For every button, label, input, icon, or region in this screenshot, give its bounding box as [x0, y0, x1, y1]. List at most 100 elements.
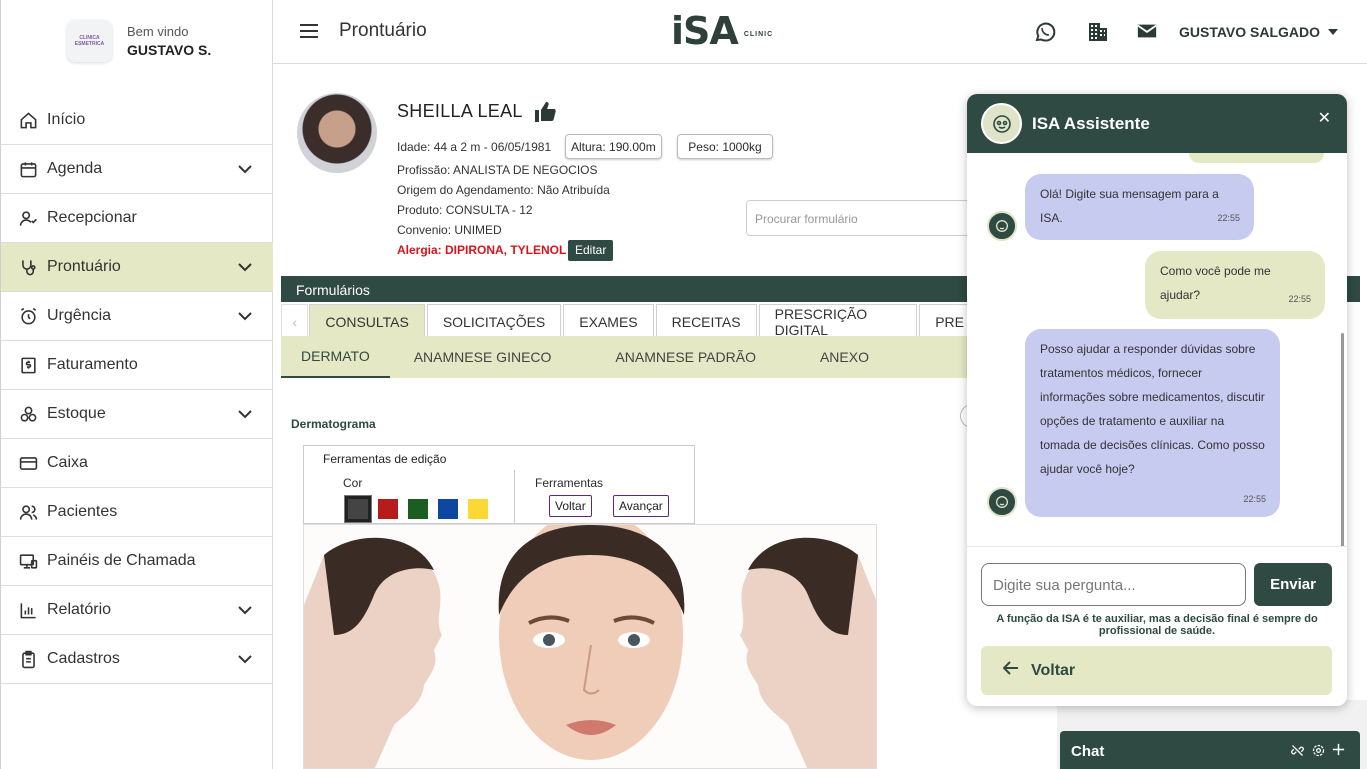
thumbs-up-icon[interactable] — [532, 100, 558, 129]
sidebar: CLINICA ESMETRICA Bem vindo GUSTAVO S. I… — [0, 0, 273, 769]
message-time: 22:55 — [1243, 494, 1266, 504]
user-name: GUSTAVO SALGADO — [1179, 24, 1321, 40]
menu-icon[interactable] — [299, 22, 319, 45]
color-swatch-green[interactable] — [408, 499, 428, 519]
color-swatch-red[interactable] — [378, 499, 398, 519]
users-icon — [18, 502, 38, 522]
patient-allergy: Alergia: DIPIRONA, TYLENOL — [397, 243, 567, 257]
mail-icon[interactable] — [1136, 20, 1158, 47]
boxes-icon — [18, 404, 38, 424]
gear-icon[interactable] — [1311, 743, 1326, 763]
back-label: Voltar — [1031, 661, 1076, 679]
sidebar-item-relatorio[interactable]: Relatório — [1, 586, 273, 635]
sidebar-item-urgencia[interactable]: Urgência — [1, 292, 273, 341]
close-icon[interactable]: ✕ — [1318, 108, 1331, 128]
chevron-down-icon — [237, 652, 253, 670]
subtab-dermato[interactable]: DERMATO — [281, 336, 390, 378]
patient-origin: Origem do Agendamento: Não Atribuída — [397, 183, 610, 197]
card-icon — [18, 453, 38, 473]
subtab-anexo[interactable]: ANEXO — [820, 336, 869, 378]
user-message-text: Como você pode me ajudar? — [1160, 264, 1271, 302]
sidebar-item-label: Agenda — [47, 160, 103, 177]
patient-insurance: Convenio: UNIMED — [397, 223, 502, 237]
welcome-text: Bem vindo — [127, 24, 189, 39]
user-menu[interactable]: GUSTAVO SALGADO — [1179, 24, 1339, 40]
tab-receitas[interactable]: RECEITAS — [655, 304, 757, 338]
undo-button[interactable]: Voltar — [549, 495, 592, 517]
question-input[interactable]: Digite sua pergunta... — [981, 563, 1246, 606]
chevron-down-icon — [237, 309, 253, 327]
color-swatch-blue[interactable] — [438, 499, 458, 519]
sidebar-item-estoque[interactable]: Estoque — [1, 390, 273, 439]
bot-message: Olá! Digite sua mensagem para a ISA. 22:… — [1025, 174, 1254, 240]
page-title: Prontuário — [339, 20, 427, 41]
subtab-anamnese-padrao[interactable]: ANAMNESE PADRÃO — [615, 336, 756, 378]
edit-allergy-button[interactable]: Editar — [568, 240, 614, 261]
patient-age: Idade: 44 a 2 m - 06/05/1981 — [397, 140, 552, 154]
bot-message-line: informações sobre medicamentos, discutir — [1040, 390, 1265, 404]
sidebar-item-paineis[interactable]: Painéis de Chamada — [1, 537, 273, 586]
link-off-icon[interactable] — [1290, 743, 1305, 763]
bot-avatar-icon — [987, 211, 1017, 241]
bot-message-line: tomada de decisões clínicas. Como posso — [1040, 438, 1265, 452]
sidebar-item-faturamento[interactable]: Faturamento — [1, 341, 273, 390]
chat-bar[interactable]: Chat — [1060, 731, 1360, 769]
bar-chart-icon — [18, 600, 38, 620]
caret-down-icon — [1328, 29, 1339, 35]
bot-message-line: opções de tratamento e auxiliar na — [1040, 414, 1225, 428]
assistant-title: ISA Assistente — [1032, 114, 1150, 133]
sidebar-nav: Início Agenda Recepcionar Prontuário Urg… — [1, 96, 273, 684]
plus-icon[interactable] — [1331, 742, 1346, 762]
clinic-logo: CLINICA ESMETRICA — [67, 20, 112, 62]
bot-message: Posso ajudar a responder dúvidas sobre t… — [1025, 329, 1280, 517]
sidebar-item-label: Caixa — [47, 454, 88, 471]
redo-button[interactable]: Avançar — [613, 495, 669, 517]
tab-solicitacoes[interactable]: SOLICITAÇÕES — [426, 304, 562, 338]
tab-exames[interactable]: EXAMES — [563, 304, 654, 338]
tab-prescricao-digital[interactable]: PRESCRIÇÃO DIGITAL — [758, 304, 918, 338]
sidebar-item-label: Pacientes — [47, 503, 118, 520]
face-diagram-canvas[interactable] — [303, 524, 877, 769]
top-header: Prontuário iSA CLINIC GUSTAVO SALGADO — [273, 0, 1367, 64]
sidebar-item-cadastros[interactable]: Cadastros — [1, 635, 273, 684]
sidebar-item-inicio[interactable]: Início — [1, 96, 273, 145]
patient-product: Produto: CONSULTA - 12 — [397, 203, 533, 217]
color-swatch-yellow[interactable] — [468, 499, 488, 519]
sidebar-item-label: Prontuário — [47, 258, 121, 275]
back-button[interactable]: Voltar — [981, 646, 1332, 695]
sidebar-item-label: Relatório — [47, 601, 112, 618]
patient-profession: Profissão: ANALISTA DE NEGOCIOS — [397, 163, 598, 177]
arrow-left-icon — [1002, 661, 1019, 680]
bot-message-text: Olá! Digite sua mensagem para a ISA. — [1040, 187, 1219, 225]
brand-logo[interactable]: iSA CLINIC — [671, 10, 773, 52]
disclaimer-line: A função da ISA é te auxiliar, mas a dec… — [996, 613, 1318, 625]
whatsapp-icon[interactable] — [1033, 20, 1057, 49]
send-button[interactable]: Enviar — [1254, 563, 1332, 606]
patient-height: Altura: 190.00m — [565, 134, 662, 159]
forms-bar: Formulários — [281, 276, 981, 302]
edit-tools-panel: Ferramentas de edição Cor Ferramentas Vo… — [303, 445, 695, 524]
sidebar-item-prontuario[interactable]: Prontuário — [1, 243, 273, 292]
building-icon[interactable] — [1086, 20, 1110, 49]
messages-scrollbar[interactable] — [1341, 333, 1344, 546]
calendar-icon — [18, 159, 38, 179]
user-short-name: GUSTAVO S. — [127, 42, 212, 58]
sidebar-item-agenda[interactable]: Agenda — [1, 145, 273, 194]
patient-avatar — [297, 93, 377, 173]
alarm-icon — [18, 306, 38, 326]
color-swatch-gray[interactable] — [344, 495, 372, 523]
assistant-messages: Olá! Digite sua mensagem para a ISA. 22:… — [967, 153, 1347, 546]
sidebar-item-pacientes[interactable]: Pacientes — [1, 488, 273, 537]
form-search-input[interactable]: Procurar formulário — [746, 200, 986, 236]
isa-assistant-panel: ISA Assistente ✕ Olá! Digite sua mensage… — [967, 94, 1347, 706]
subtab-anamnese-gineco[interactable]: ANAMNESE GINECO — [414, 336, 552, 378]
sidebar-item-label: Recepcionar — [47, 209, 137, 226]
forms-bar-right — [1346, 276, 1360, 302]
sidebar-item-recepcionar[interactable]: Recepcionar — [1, 194, 273, 243]
sidebar-item-caixa[interactable]: Caixa — [1, 439, 273, 488]
bot-message-line: ajudar você hoje? — [1040, 462, 1135, 476]
tools-title: Ferramentas de edição — [323, 452, 447, 466]
tab-scroll-left-icon[interactable]: ‹ — [281, 304, 309, 338]
tab-consultas[interactable]: CONSULTAS — [309, 304, 425, 338]
patient-name: SHEILLA LEAL — [397, 101, 523, 121]
